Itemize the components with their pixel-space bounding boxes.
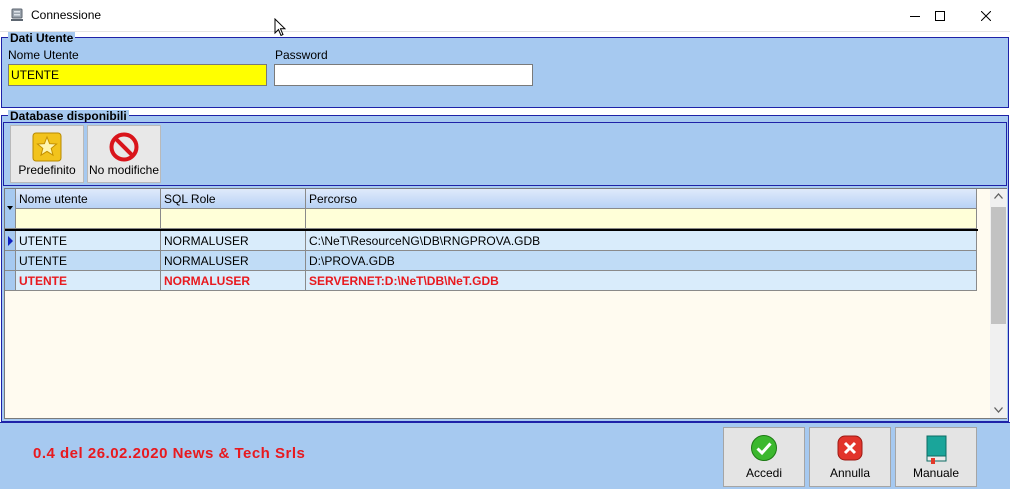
column-header-percorso[interactable]: Percorso — [306, 189, 977, 209]
predefinito-label: Predefinito — [18, 163, 76, 177]
table-row[interactable]: UTENTE NORMALUSER D:\PROVA.GDB — [5, 251, 978, 271]
filter-cell-sql-role[interactable] — [161, 209, 306, 229]
annulla-button[interactable]: Annulla — [809, 427, 891, 487]
cancel-icon — [837, 435, 863, 461]
cell-percorso: C:\NeT\ResourceNG\DB\RNGPROVA.GDB — [306, 231, 977, 251]
row-indicator — [5, 231, 16, 251]
close-button[interactable] — [963, 0, 1009, 31]
book-icon — [926, 435, 947, 464]
vertical-scrollbar[interactable] — [990, 189, 1007, 418]
database-toolbar: Predefinito No modifiche — [3, 122, 1007, 186]
cell-nome-utente: UTENTE — [16, 251, 161, 271]
maximize-icon — [935, 10, 945, 21]
database-server-icon — [11, 8, 23, 21]
cell-sql-role: NORMALUSER — [161, 231, 306, 251]
column-header-sql-role[interactable]: SQL Role — [161, 189, 306, 209]
grid-filter-row — [5, 209, 978, 229]
cell-nome-utente: UTENTE — [16, 271, 161, 291]
mouse-cursor-icon — [274, 18, 286, 37]
version-text: 0.4 del 26.02.2020 News & Tech Srls — [33, 445, 306, 462]
close-icon — [981, 10, 991, 21]
table-row-default[interactable]: UTENTE NORMALUSER SERVERNET:D:\NeT\DB\Ne… — [5, 271, 978, 291]
password-label: Password — [275, 48, 328, 62]
no-modifiche-button[interactable]: No modifiche — [87, 125, 161, 183]
filter-cell-percorso[interactable] — [306, 209, 977, 229]
cell-sql-role: NORMALUSER — [161, 251, 306, 271]
filter-cell-nome-utente[interactable] — [16, 209, 161, 229]
row-indicator — [5, 251, 16, 271]
nome-utente-input[interactable] — [8, 64, 267, 86]
database-caption: Database disponibili — [8, 109, 129, 123]
prohibited-icon — [109, 132, 139, 162]
maximize-button[interactable] — [917, 0, 963, 31]
predefinito-button[interactable]: Predefinito — [10, 125, 84, 183]
window-title: Connessione — [31, 8, 102, 22]
scroll-thumb[interactable] — [991, 207, 1006, 324]
no-modifiche-label: No modifiche — [88, 163, 160, 177]
scroll-up-icon[interactable] — [994, 193, 1003, 199]
dati-utente-caption: Dati Utente — [8, 31, 76, 45]
check-icon — [751, 435, 777, 461]
table-row[interactable]: UTENTE NORMALUSER C:\NeT\ResourceNG\DB\R… — [5, 231, 978, 251]
scroll-down-icon[interactable] — [994, 407, 1003, 413]
cell-nome-utente: UTENTE — [16, 231, 161, 251]
password-input[interactable] — [274, 64, 533, 86]
accedi-label: Accedi — [745, 466, 783, 480]
footer-panel: 0.4 del 26.02.2020 News & Tech Srls Acce… — [0, 422, 1010, 489]
star-icon — [32, 132, 62, 162]
title-bar: Connessione — [0, 0, 1010, 32]
cell-percorso: SERVERNET:D:\NeT\DB\NeT.GDB — [306, 271, 977, 291]
cell-percorso: D:\PROVA.GDB — [306, 251, 977, 271]
manuale-label: Manuale — [912, 466, 960, 480]
grid-header: Nome utente SQL Role Percorso — [5, 189, 978, 229]
accedi-button[interactable]: Accedi — [723, 427, 805, 487]
manuale-button[interactable]: Manuale — [895, 427, 977, 487]
row-indicator — [5, 271, 16, 291]
annulla-label: Annulla — [829, 466, 871, 480]
column-header-nome-utente[interactable]: Nome utente — [16, 189, 161, 209]
current-row-arrow-icon — [8, 236, 13, 246]
database-grid: Nome utente SQL Role Percorso UTENTE NOR… — [4, 188, 1007, 419]
cell-sql-role: NORMALUSER — [161, 271, 306, 291]
nome-utente-label: Nome Utente — [8, 48, 79, 62]
